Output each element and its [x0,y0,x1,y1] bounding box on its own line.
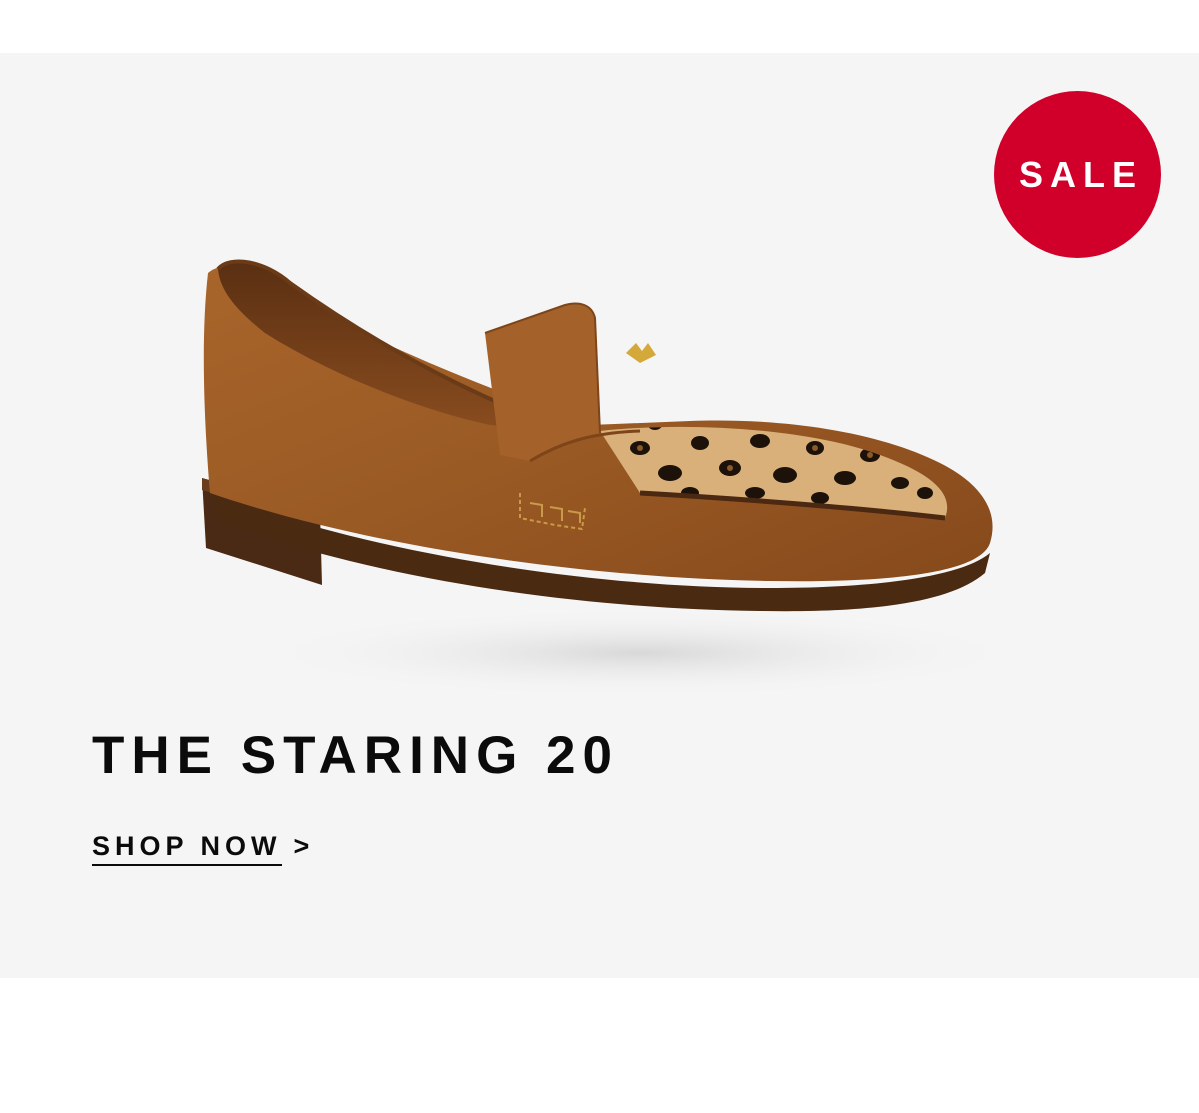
promo-panel: SALE THE STARING 20 SHOP NOW > [0,53,1199,978]
loafer-product-image[interactable] [170,193,1030,733]
product-title: THE STARING 20 [92,726,619,785]
shop-now-link[interactable]: SHOP NOW > [92,829,309,866]
shop-now-label: SHOP NOW [92,829,282,866]
sale-badge: SALE [994,91,1161,258]
chevron-right-icon: > [293,831,310,861]
